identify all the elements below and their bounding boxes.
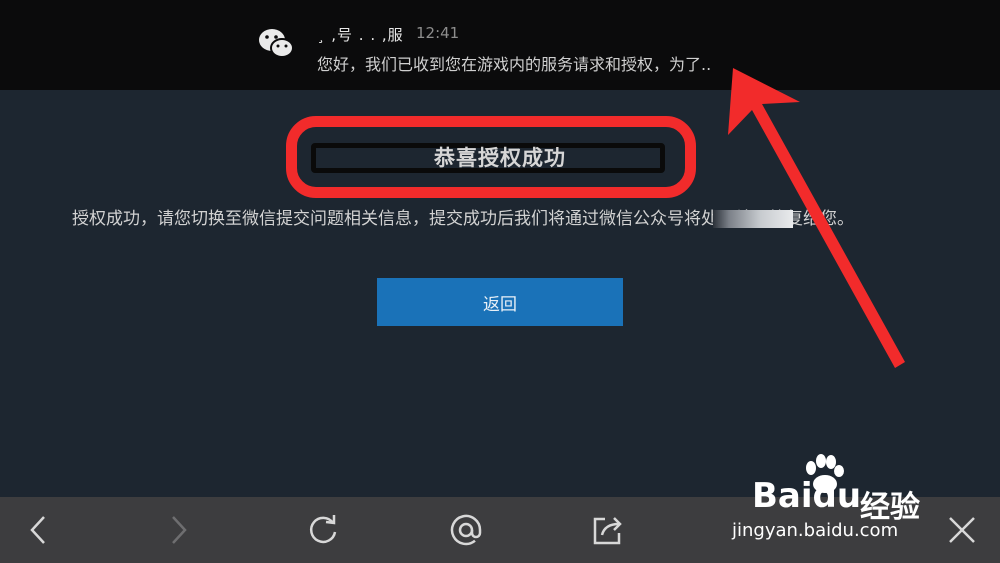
share-icon[interactable]: [586, 508, 630, 552]
body-text: 授权成功，请您切换至微信提交问题相关信息，提交成功后我们将通过微信公众号将处理结…: [72, 209, 854, 229]
highlight-annotation: [286, 116, 696, 198]
redaction-mark: [713, 210, 793, 228]
notification-time: 12:41: [416, 24, 460, 42]
at-icon[interactable]: [444, 508, 488, 552]
notification-banner[interactable]: ¸ ,号 . . ,服 12:41 您好，我们已收到您在游戏内的服务请求和授权，…: [0, 0, 1000, 90]
refresh-icon[interactable]: [301, 508, 345, 552]
forward-icon[interactable]: [157, 508, 201, 552]
notification-sender: ¸ ,号 . . ,服: [317, 26, 404, 44]
notification-message: 您好，我们已收到您在游戏内的服务请求和授权，为了..: [317, 55, 712, 74]
return-button[interactable]: 返回: [377, 278, 623, 326]
baidu-url: jingyan.baidu.com: [732, 520, 899, 541]
back-icon[interactable]: [16, 508, 60, 552]
baidu-watermark: Baidu 经验 jingyan.baidu.com: [732, 454, 952, 544]
wechat-icon: [259, 29, 294, 58]
baidu-brand: Baidu: [752, 476, 862, 516]
